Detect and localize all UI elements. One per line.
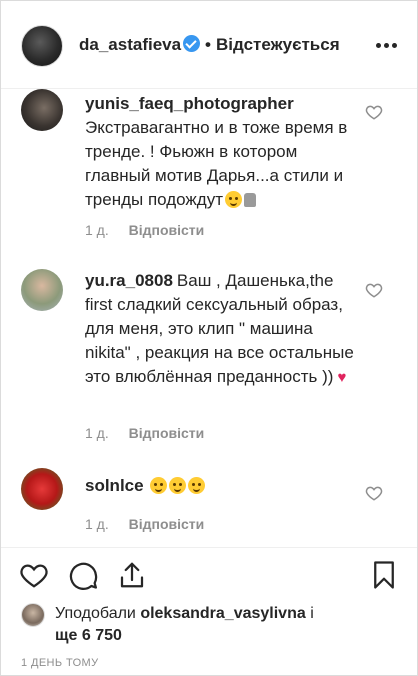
smiling-emoji-icon [149, 477, 167, 494]
comment-body: Экстравагантно и в тоже время в тренде. … [85, 118, 348, 209]
comment-avatar[interactable] [21, 269, 63, 311]
smiling-emoji-icon [168, 477, 186, 494]
comment-text: yunis_faeq_photographer Экстравагантно и… [85, 92, 357, 212]
comment-age: 1 д. [85, 516, 109, 532]
post-action-bar [1, 547, 417, 603]
like-heart-icon[interactable] [19, 560, 49, 590]
comment-item: yu.ra_0808 Ваш , Дашенька,the first сладк… [1, 269, 417, 449]
comment-bubble-icon[interactable] [69, 560, 99, 590]
verified-badge-icon [183, 35, 200, 52]
smile-emoji-icon [225, 191, 242, 208]
likes-prefix: Уподобали [55, 605, 136, 622]
likes-count[interactable]: ще 6 750 [55, 625, 122, 647]
comment-text: solnlce [85, 474, 357, 498]
thumbs-up-emoji-icon [244, 193, 256, 207]
profile-username[interactable]: da_astafieva [79, 35, 181, 55]
bookmark-icon[interactable] [369, 560, 399, 590]
reply-button[interactable]: Відповісти [129, 222, 205, 238]
comment-username[interactable]: yu.ra_0808 [85, 271, 173, 290]
comment-meta: 1 д. Відповісти [85, 516, 204, 532]
comment-like-heart-icon[interactable] [365, 281, 383, 299]
comment-avatar[interactable] [21, 89, 63, 131]
profile-avatar[interactable] [21, 25, 63, 67]
post-header: da_astafieva • Відстежується [1, 1, 417, 89]
comment-item: solnlce 1 д. Відповісти [1, 468, 417, 538]
reply-button[interactable]: Відповісти [129, 516, 205, 532]
red-heart-emoji-icon: ♥ [337, 369, 347, 386]
reply-button[interactable]: Відповісти [129, 425, 205, 441]
liker-username[interactable]: oleksandra_vasylivna [140, 605, 305, 622]
comment-username[interactable]: solnlce [85, 476, 144, 495]
following-button[interactable]: Відстежується [216, 35, 340, 55]
post-timestamp: 1 ДЕНЬ ТОМУ [21, 657, 99, 669]
likes-conj: і [310, 605, 314, 622]
comment-meta: 1 д. Відповісти [85, 425, 204, 441]
comment-avatar[interactable] [21, 468, 63, 510]
comment-text: yu.ra_0808 Ваш , Дашенька,the first сладк… [85, 269, 357, 390]
smiling-emoji-icon [187, 477, 205, 494]
likes-line-1: Уподобали oleksandra_vasylivna і [55, 603, 314, 625]
comment-age: 1 д. [85, 425, 109, 441]
comment-username[interactable]: yunis_faeq_photographer [85, 94, 294, 113]
comment-like-heart-icon[interactable] [365, 103, 383, 121]
share-icon[interactable] [117, 560, 147, 590]
comment-like-heart-icon[interactable] [365, 484, 383, 502]
comment-meta: 1 д. Відповісти [85, 222, 204, 238]
comment-age: 1 д. [85, 222, 109, 238]
comment-item: yunis_faeq_photographer Экстравагантно и… [1, 89, 417, 249]
liker-avatar[interactable] [21, 603, 45, 627]
header-separator: • [205, 35, 211, 54]
more-options-icon[interactable] [376, 43, 398, 49]
